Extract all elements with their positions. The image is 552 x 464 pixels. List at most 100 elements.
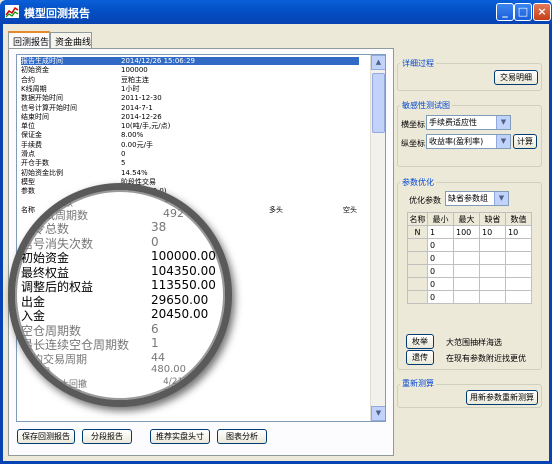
magnified-value: 113550.00 bbox=[151, 278, 216, 292]
sensitivity-title: 敏感性测试图 bbox=[400, 100, 452, 111]
genetic-button[interactable]: 遗传 bbox=[406, 350, 434, 365]
report-key: 信号计算开始时间 bbox=[21, 103, 77, 112]
param-value-cell[interactable] bbox=[453, 264, 480, 278]
param-name-cell bbox=[407, 264, 428, 278]
chart-icon bbox=[5, 5, 19, 18]
param-value-cell[interactable] bbox=[453, 238, 480, 252]
table-row: 0 bbox=[407, 251, 532, 265]
close-button[interactable]: × bbox=[533, 3, 551, 21]
parameter-table: 名称 最小 最大 缺省 数值 N 1 100 10 10 0 0 0 0 0 bbox=[407, 212, 532, 304]
trade-details-button[interactable]: 交易明细 bbox=[494, 70, 538, 85]
retest-title: 重新测算 bbox=[400, 378, 436, 389]
param-value-cell[interactable] bbox=[453, 290, 480, 304]
chart-analysis-button[interactable]: 图表分析 bbox=[217, 429, 267, 444]
x-axis-select[interactable]: 手续费适应性 ▼ bbox=[426, 115, 511, 130]
magnified-value: 104350.00 bbox=[151, 263, 216, 278]
magnified-value: 38 bbox=[151, 220, 167, 234]
report-key: 模型 bbox=[21, 177, 35, 186]
param-value-cell[interactable]: 10 bbox=[479, 225, 506, 239]
param-value-cell[interactable]: 1 bbox=[427, 225, 454, 239]
recommend-position-button[interactable]: 推荐实盘头寸 bbox=[150, 429, 210, 444]
param-value-cell[interactable]: 100 bbox=[453, 225, 480, 239]
optimize-mode-select[interactable]: 缺省参数组 ▼ bbox=[445, 191, 509, 206]
report-value: 0 bbox=[121, 150, 126, 158]
magnified-value: 492 bbox=[163, 206, 184, 220]
magnified-value: 100000.00 bbox=[151, 249, 216, 263]
column-long: 多头 bbox=[269, 206, 283, 214]
enumerate-description: 大范围抽样海选 bbox=[446, 338, 502, 347]
magnified-value: 6 bbox=[151, 321, 159, 336]
table-header-cell: 最大 bbox=[453, 212, 480, 226]
optimize-param-label: 优化参数 bbox=[409, 196, 441, 205]
table-row: 0 bbox=[407, 264, 532, 278]
scroll-thumb[interactable] bbox=[372, 73, 385, 133]
param-value-cell[interactable] bbox=[479, 251, 506, 265]
magnified-value: 4/21 11:00 bbox=[163, 376, 213, 387]
table-row: 0 bbox=[407, 290, 532, 304]
param-name-cell bbox=[407, 290, 428, 304]
param-value-cell[interactable] bbox=[505, 251, 532, 265]
tab-equity-curve[interactable]: 资金曲线 bbox=[50, 32, 92, 48]
report-key: 初始资金比例 bbox=[21, 168, 63, 177]
magnified-value: 1 bbox=[151, 336, 159, 350]
param-name-cell bbox=[407, 277, 428, 291]
magnified-value: 3000.00 bbox=[163, 388, 197, 397]
save-report-button[interactable]: 保存回测报告 bbox=[17, 429, 75, 444]
param-value-cell[interactable]: 0 bbox=[427, 238, 454, 252]
calculate-button[interactable]: 计算 bbox=[513, 134, 537, 149]
table-row: N 1 100 10 10 bbox=[407, 225, 532, 239]
report-value: 豆粕主连 bbox=[121, 75, 149, 84]
param-value-cell[interactable] bbox=[479, 290, 506, 304]
report-key: 数据开始时间 bbox=[21, 94, 63, 103]
magnified-value: 44 bbox=[151, 350, 165, 364]
report-value: 2014-12-26 bbox=[121, 112, 162, 121]
magnified-value: 0 bbox=[151, 234, 159, 249]
param-name-cell bbox=[407, 251, 428, 265]
magnified-key: 权益最大回撤 bbox=[33, 389, 81, 398]
table-header-cell: 名称 bbox=[407, 212, 428, 226]
report-key: K线周期 bbox=[21, 84, 47, 93]
param-value-cell[interactable] bbox=[505, 238, 532, 252]
y-axis-select[interactable]: 收益率(盈利率) ▼ bbox=[426, 134, 511, 149]
report-key: 结束时间 bbox=[21, 112, 49, 121]
enumerate-button[interactable]: 枚举 bbox=[406, 334, 434, 349]
magnified-value: 20450.00 bbox=[151, 307, 209, 321]
param-value-cell[interactable]: 0 bbox=[427, 264, 454, 278]
param-value-cell[interactable] bbox=[453, 251, 480, 265]
magnified-value: 480.00 bbox=[151, 364, 186, 375]
scroll-up-icon[interactable]: ▲ bbox=[371, 55, 385, 70]
chevron-down-icon: ▼ bbox=[496, 135, 510, 148]
chevron-down-icon: ▼ bbox=[496, 116, 510, 129]
x-axis-label: 横坐标 bbox=[401, 120, 425, 129]
param-value-cell[interactable] bbox=[505, 264, 532, 278]
report-value: 10(吨/手,元/点) bbox=[121, 122, 171, 131]
maximize-button[interactable]: □ bbox=[514, 3, 532, 21]
report-value: 5 bbox=[121, 159, 126, 168]
param-value-cell[interactable] bbox=[479, 277, 506, 291]
minimize-button[interactable]: _ bbox=[496, 3, 514, 21]
tab-backtest-report[interactable]: 回测报告 bbox=[8, 31, 50, 49]
report-value: 100000 bbox=[121, 66, 148, 75]
optimize-title: 参数优化 bbox=[400, 177, 436, 188]
report-key: 单位 bbox=[21, 122, 35, 131]
param-value-cell[interactable]: 0 bbox=[427, 277, 454, 291]
param-name-cell bbox=[407, 238, 428, 252]
param-value-cell[interactable]: 0 bbox=[427, 290, 454, 304]
param-value-cell[interactable] bbox=[479, 264, 506, 278]
param-value-cell[interactable] bbox=[505, 277, 532, 291]
param-value-cell[interactable] bbox=[479, 238, 506, 252]
segment-report-button[interactable]: 分段报告 bbox=[82, 429, 132, 444]
param-value-cell[interactable] bbox=[505, 290, 532, 304]
y-axis-label: 纵坐标 bbox=[401, 139, 425, 148]
param-value-cell[interactable] bbox=[453, 277, 480, 291]
rerun-test-button[interactable]: 用新参数重新测算 bbox=[466, 390, 538, 405]
report-key: 保证金 bbox=[21, 131, 42, 140]
report-scrollbar[interactable]: ▲ ▼ bbox=[370, 55, 385, 421]
report-value: 2014-7-1 bbox=[121, 103, 153, 112]
report-key: 初始资金 bbox=[21, 66, 49, 75]
scroll-down-icon[interactable]: ▼ bbox=[371, 406, 385, 421]
param-value-cell[interactable]: 10 bbox=[505, 225, 532, 239]
report-value: 2011-12-30 bbox=[121, 94, 162, 103]
param-value-cell[interactable]: 0 bbox=[427, 251, 454, 265]
table-row: 0 bbox=[407, 238, 532, 252]
